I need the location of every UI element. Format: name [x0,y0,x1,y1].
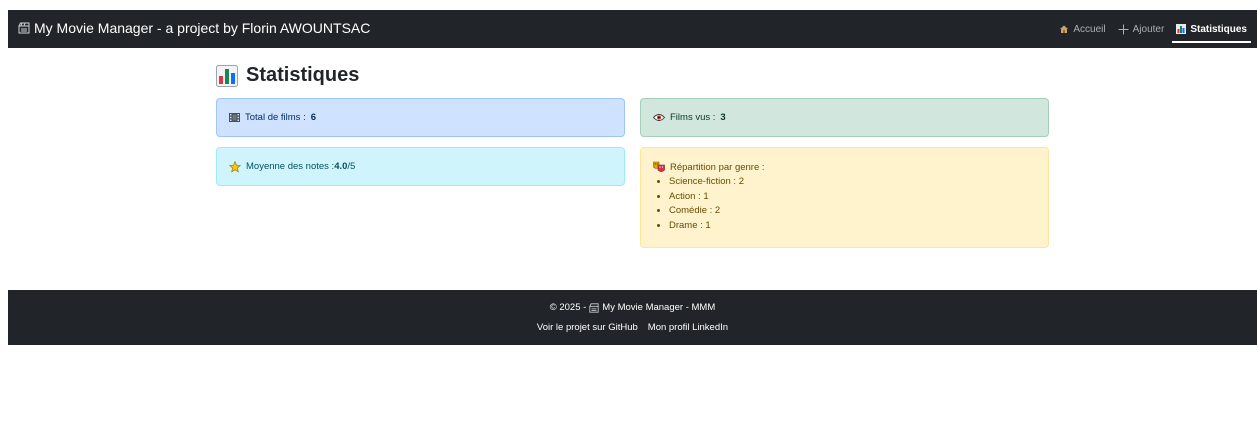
list-item: Science-fiction : 2 [669,175,1036,190]
list-item: Comédie : 2 [669,204,1036,219]
average-rating-label: Moyenne des notes : [246,161,335,172]
bar-chart-icon [216,64,238,87]
navbar: My Movie Manager - a project by Florin A… [8,10,1257,48]
average-rating-suffix: /5 [347,161,356,172]
footer-copyright-name: My Movie Manager - MMM [602,302,716,313]
plus-icon [1118,24,1129,35]
list-item: Action : 1 [669,190,1036,205]
footer-links: Voir le projet sur GitHub Mon profil Lin… [8,322,1257,333]
theater-masks-icon [653,161,665,173]
films-seen-card: Films vus : 3 [640,98,1049,137]
total-films-label: Total de films : [245,112,306,123]
eye-icon [653,113,665,122]
nav-link-accueil-label: Accueil [1073,23,1106,35]
navbar-brand[interactable]: My Movie Manager - a project by Florin A… [18,20,370,36]
film-frames-icon [229,113,240,122]
bar-chart-icon [1176,24,1187,34]
genre-list: Science-fiction : 2 Action : 1 Comédie :… [653,175,1036,233]
clapperboard-icon [18,22,30,34]
nav-links: Accueil Ajouter Statistiques [1059,10,1251,48]
nav-link-statistiques-label: Statistiques [1190,23,1247,35]
clapperboard-icon [589,302,599,313]
genre-breakdown-card: Répartition par genre : Science-fiction … [640,147,1049,248]
page-title-text: Statistiques [246,64,360,86]
genre-breakdown-label: Répartition par genre : [670,161,765,173]
nav-link-ajouter-label: Ajouter [1132,23,1165,35]
nav-link-statistiques[interactable]: Statistiques [1172,10,1251,48]
page-title: Statistiques [216,64,359,87]
star-icon [229,160,241,173]
total-films-card: Total de films : 6 [216,98,625,137]
navbar-brand-text: My Movie Manager - a project by Florin A… [34,20,371,36]
nav-link-ajouter[interactable]: Ajouter [1118,10,1165,48]
linkedin-link[interactable]: Mon profil LinkedIn [648,322,728,333]
house-icon [1059,24,1069,34]
films-seen-label: Films vus : [670,112,716,123]
footer-copyright: © 2025 - My Movie Manager - MMM [8,302,1257,313]
footer: © 2025 - My Movie Manager - MMM Voir le … [8,290,1257,345]
total-films-value: 6 [310,112,317,123]
footer-copyright-prefix: © 2025 - [549,302,587,313]
average-rating-wrap: 4.0 /5 [334,161,355,172]
average-rating-card: Moyenne des notes : 4.0 /5 [216,147,625,186]
github-link[interactable]: Voir le projet sur GitHub [537,322,638,333]
nav-link-accueil[interactable]: Accueil [1059,10,1106,48]
list-item: Drame : 1 [669,219,1036,234]
average-rating-value: 4.0 [334,161,348,172]
films-seen-value: 3 [720,112,726,123]
